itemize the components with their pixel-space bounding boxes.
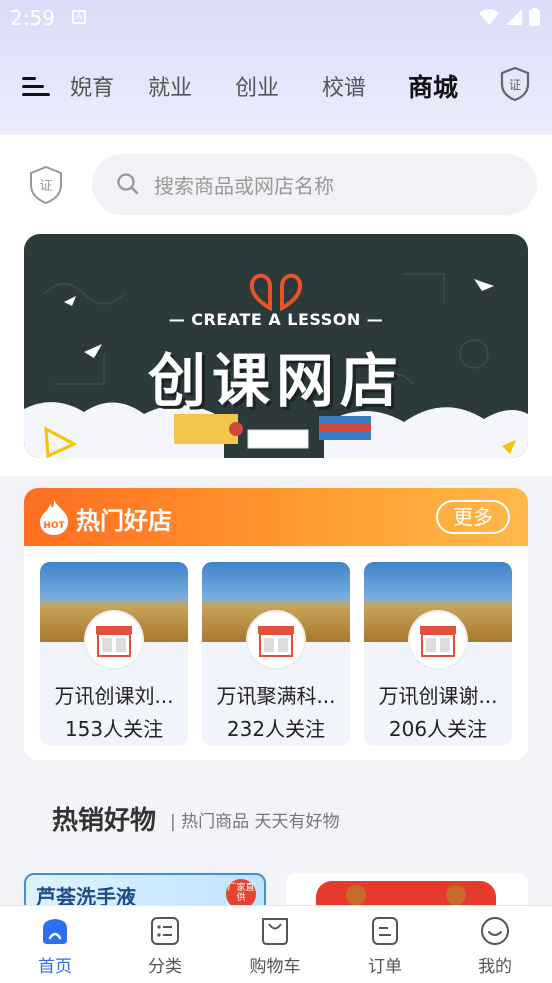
more-button[interactable]: 更多: [436, 500, 510, 534]
hot-flame-icon: HOT: [40, 500, 68, 535]
shop-logo: [84, 610, 144, 670]
hot-shops-title: 热门好店: [76, 507, 172, 535]
nav-cart-label: 购物车: [249, 957, 301, 977]
shop-name: 万讯聚满科...: [216, 684, 336, 708]
tab-jiuye[interactable]: 就业: [148, 70, 192, 102]
hot-shops-header: HOT 热门好店 更多: [24, 488, 528, 546]
nav-cart[interactable]: 购物车: [220, 906, 330, 983]
shopping-bag-icon: [262, 918, 288, 945]
shop-card[interactable]: 万讯创课谢... 206人关注: [364, 562, 512, 746]
shop-followers: 153人关注: [64, 717, 164, 741]
signal-icon: [506, 9, 522, 25]
shield-text: 证: [509, 78, 521, 92]
wifi-icon: [479, 9, 499, 25]
nav-home-label: 首页: [38, 957, 72, 977]
nav-category[interactable]: 分类: [110, 906, 220, 983]
search-row: 证 搜索商品或网店名称: [0, 135, 552, 232]
shop-card[interactable]: 万讯聚满科... 232人关注: [202, 562, 350, 746]
hot-goods-title: 热销好物: [52, 806, 157, 836]
order-icon: [372, 917, 398, 945]
hot-goods-subtitle: | 热门商品 天天有好物: [170, 812, 340, 832]
shop-name: 万讯创课刘...: [54, 684, 174, 708]
promo-banner[interactable]: — CREATE A LESSON — 创课网店: [24, 234, 528, 458]
nav-category-label: 分类: [148, 957, 182, 977]
search-icon: [117, 173, 139, 195]
nav-profile[interactable]: 我的: [440, 906, 550, 983]
tab-shangcheng[interactable]: 商城: [408, 68, 458, 104]
certificate-shield-icon[interactable]: 证: [28, 165, 64, 209]
shop-followers: 232人关注: [226, 717, 326, 741]
shop-logo: [408, 610, 468, 670]
status-bar: 2:59 A: [0, 0, 552, 36]
hot-badge-text: HOT: [43, 521, 65, 531]
search-placeholder: 搜索商品或网店名称: [154, 174, 334, 198]
smile-profile-icon: [481, 917, 509, 945]
battery-icon: [529, 8, 540, 26]
tab-chuangye[interactable]: 创业: [235, 70, 279, 102]
banner-section: — CREATE A LESSON — 创课网店: [0, 232, 552, 476]
nav-orders-label: 订单: [368, 957, 402, 977]
menu-icon[interactable]: [20, 74, 50, 100]
storefront-icon: [258, 626, 294, 657]
shop-name: 万讯创课谢...: [378, 684, 498, 708]
tab-xiaopu[interactable]: 校谱: [322, 70, 366, 102]
tab-yuer[interactable]: 婗育: [70, 70, 114, 102]
shield-text: 证: [39, 179, 52, 194]
storefront-icon: [420, 626, 456, 657]
top-tabs: 婗育 就业 创业 校谱 商城 证: [0, 62, 552, 112]
shop-logo: [246, 610, 306, 670]
status-icons: [479, 8, 540, 26]
search-input[interactable]: 搜索商品或网店名称: [92, 154, 537, 215]
status-time: 2:59: [10, 6, 55, 30]
notification-a-icon: A: [72, 10, 86, 24]
nav-orders[interactable]: 订单: [330, 906, 440, 983]
banner-title: 创课网店: [147, 347, 404, 415]
header-area: 2:59 A 婗育 就业 创业 校谱 商城 证: [0, 0, 552, 135]
home-icon: [43, 919, 67, 944]
banner-subtitle: — CREATE A LESSON —: [168, 310, 384, 329]
nav-home[interactable]: 首页: [0, 906, 110, 983]
hot-shops-card: HOT 热门好店 更多 万讯创课刘... 153人关注 万讯聚满科... 232…: [24, 488, 528, 760]
shop-card[interactable]: 万讯创课刘... 153人关注: [40, 562, 188, 746]
nav-profile-label: 我的: [478, 957, 512, 977]
category-icon: [151, 917, 179, 945]
bottom-nav: 首页 分类 购物车 订单 我的: [0, 905, 552, 983]
storefront-icon: [96, 626, 132, 657]
shop-followers: 206人关注: [388, 717, 488, 741]
certificate-shield-icon[interactable]: 证: [500, 66, 530, 106]
